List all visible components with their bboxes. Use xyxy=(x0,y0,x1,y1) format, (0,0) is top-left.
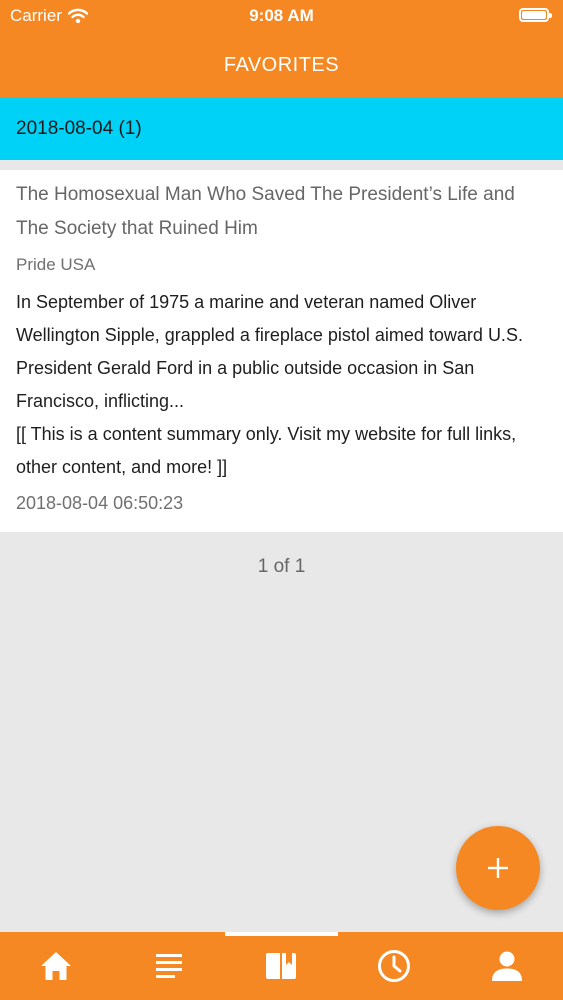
tab-favorites[interactable] xyxy=(225,932,338,1000)
item-timestamp: 2018-08-04 06:50:23 xyxy=(16,493,184,513)
book-icon xyxy=(266,953,297,979)
list-item[interactable]: The Homosexual Man Who Saved The Preside… xyxy=(0,170,563,532)
item-title: The Homosexual Man Who Saved The Preside… xyxy=(16,184,515,239)
item-note: [[ This is a content summary only. Visit… xyxy=(16,424,517,477)
tab-history[interactable] xyxy=(338,932,451,1000)
clock-icon xyxy=(378,950,411,982)
app-header: FAVORITES xyxy=(0,32,563,98)
home-icon xyxy=(41,952,72,980)
status-time: 9:08 AM xyxy=(249,6,314,25)
date-group-label: 2018-08-04 (1) xyxy=(16,118,142,139)
battery-icon xyxy=(519,8,552,22)
tab-home[interactable] xyxy=(0,932,113,1000)
list-icon xyxy=(155,954,182,978)
plus-icon xyxy=(488,858,508,878)
tab-profile[interactable] xyxy=(450,932,563,1000)
tab-bar xyxy=(0,932,563,1000)
user-icon xyxy=(491,951,522,981)
status-bar: Carrier 9:08 AM xyxy=(0,0,563,32)
item-source: Pride USA xyxy=(16,255,96,274)
pagination-label: 1 of 1 xyxy=(257,556,306,577)
tab-list[interactable] xyxy=(113,932,226,1000)
item-summary: In September of 1975 a marine and vetera… xyxy=(16,292,523,411)
page-title: FAVORITES xyxy=(223,53,340,76)
add-button[interactable] xyxy=(456,826,540,910)
date-group-header[interactable]: 2018-08-04 (1) xyxy=(0,98,563,160)
